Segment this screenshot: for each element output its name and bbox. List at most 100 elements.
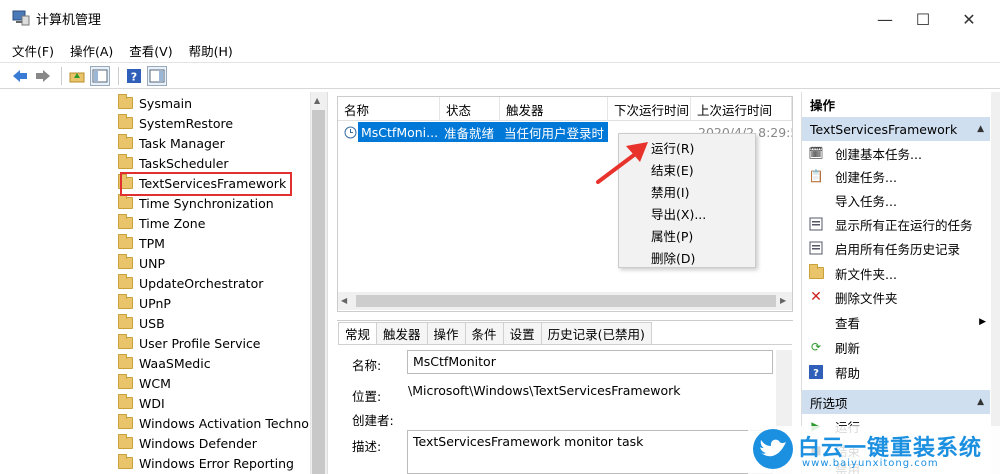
import-icon: [808, 192, 824, 208]
tree-item[interactable]: Windows Activation Technol: [118, 413, 310, 433]
column-name[interactable]: 名称: [338, 97, 440, 121]
folder-icon: [118, 354, 133, 369]
create-basic-task-icon: 🗓: [808, 146, 824, 160]
tree-item[interactable]: Sysmain: [118, 93, 192, 113]
ctx-run[interactable]: 运行(R): [651, 137, 694, 157]
tree-item[interactable]: User Profile Service: [118, 333, 261, 353]
highlight-box: [120, 172, 292, 196]
action-enable-history[interactable]: 启用所有任务历史记录: [808, 237, 960, 259]
ctx-delete[interactable]: 删除(D): [651, 247, 695, 267]
action-create-basic-task[interactable]: 🗓 创建基本任务...: [808, 142, 922, 164]
ctx-properties[interactable]: 属性(P): [651, 225, 693, 245]
back-arrow-icon[interactable]: [10, 66, 30, 86]
description-field[interactable]: TextServicesFramework monitor task: [407, 430, 773, 474]
maximize-button[interactable]: ☐: [900, 0, 946, 38]
tree-item[interactable]: WaaSMedic: [118, 353, 211, 373]
action-show-running[interactable]: 显示所有正在运行的任务: [808, 213, 973, 235]
new-folder-icon: [808, 264, 824, 281]
ctx-end[interactable]: 结束(E): [651, 159, 694, 179]
list-hscroll-thumb[interactable]: [356, 295, 776, 307]
action-import-task[interactable]: 导入任务...: [808, 189, 897, 211]
tab-settings[interactable]: 设置: [502, 322, 542, 344]
close-button[interactable]: ✕: [946, 0, 992, 38]
tree-item[interactable]: WDI: [118, 393, 165, 413]
forward-arrow-icon[interactable]: [33, 66, 53, 86]
bird-logo-icon: [753, 429, 793, 469]
author-label: 创建者:: [352, 413, 394, 428]
create-task-icon: 📋: [808, 169, 824, 183]
watermark: 白云一键重装系统 www.baiyunxitong.com: [748, 426, 1000, 474]
tree-item[interactable]: Task Manager: [118, 133, 225, 153]
tree-item[interactable]: Time Zone: [118, 213, 205, 233]
show-hide-tree-icon[interactable]: [90, 65, 110, 86]
tree-scroll-thumb[interactable]: [312, 110, 325, 474]
title-bar: [0, 0, 1000, 38]
ctx-disable[interactable]: 禁用(I): [651, 181, 689, 201]
column-status[interactable]: 状态: [440, 97, 500, 121]
action-view[interactable]: 查看 ▶: [808, 311, 986, 333]
tree-item[interactable]: Windows Error Reporting: [118, 453, 310, 473]
action-help[interactable]: ? 帮助: [808, 361, 860, 383]
scroll-right-icon[interactable]: ▶: [780, 296, 786, 305]
tree-item[interactable]: UNP: [118, 253, 165, 273]
tree-item[interactable]: Time Synchronization: [118, 193, 274, 213]
location-value: \Microsoft\Windows\TextServicesFramework: [408, 383, 681, 398]
tree-item[interactable]: TaskScheduler: [118, 153, 229, 173]
tab-triggers[interactable]: 触发器: [376, 322, 428, 344]
running-tasks-icon: [808, 216, 824, 232]
folder-icon: [118, 334, 133, 349]
tab-actions[interactable]: 操作: [426, 322, 466, 344]
scroll-left-icon[interactable]: ◀: [341, 296, 347, 305]
column-next-run[interactable]: 下次运行时间: [608, 97, 691, 121]
help-icon: ?: [808, 364, 824, 380]
tab-general[interactable]: 常规: [338, 322, 378, 344]
folder-icon: [118, 314, 133, 329]
up-folder-icon[interactable]: [67, 66, 87, 86]
task-name-field[interactable]: MsCtfMonitor: [407, 350, 773, 374]
folder-icon: [118, 214, 133, 229]
toolbar-divider: [118, 66, 119, 85]
tree-item[interactable]: USB: [118, 313, 165, 333]
folder-icon: [118, 234, 133, 249]
scroll-up-icon[interactable]: ▲: [314, 96, 320, 105]
actions-scrollbar[interactable]: [991, 92, 1000, 474]
menu-file[interactable]: 文件(F): [12, 41, 54, 60]
action-delete-folder[interactable]: ✕ 删除文件夹: [808, 286, 897, 308]
tab-conditions[interactable]: 条件: [464, 322, 504, 344]
tree-item[interactable]: WCM: [118, 373, 171, 393]
history-icon: [808, 240, 824, 256]
column-trigger[interactable]: 触发器: [500, 97, 608, 121]
delete-x-icon: ✕: [810, 289, 822, 305]
tree-item[interactable]: TPM: [118, 233, 165, 253]
svg-text:?: ?: [131, 70, 137, 83]
list-header: 名称 状态 触发器 下次运行时间 上次运行时间: [338, 97, 792, 121]
action-new-folder[interactable]: 新文件夹...: [808, 262, 897, 284]
menu-action[interactable]: 操作(A): [70, 41, 113, 60]
folder-icon: [118, 294, 133, 309]
tree-item[interactable]: UPnP: [118, 293, 171, 313]
actions-section-selected[interactable]: 所选项 ▲: [802, 390, 990, 414]
collapse-up-icon[interactable]: ▲: [977, 124, 984, 134]
ctx-export[interactable]: 导出(X)...: [651, 203, 706, 223]
actions-section-folder[interactable]: TextServicesFramework ▲: [802, 117, 990, 141]
folder-icon: [118, 434, 133, 449]
tree-item[interactable]: SystemRestore: [118, 113, 233, 133]
toolbar-divider: [61, 66, 62, 85]
help-icon[interactable]: ?: [124, 66, 144, 86]
tab-history[interactable]: 历史记录(已禁用): [540, 322, 652, 344]
menu-view[interactable]: 查看(V): [129, 41, 172, 60]
menu-help[interactable]: 帮助(H): [189, 41, 233, 60]
column-last-run[interactable]: 上次运行时间: [691, 97, 792, 121]
tree-item[interactable]: Windows Defender: [118, 433, 257, 453]
folder-icon: [118, 374, 133, 389]
red-arrow-annotation: [596, 142, 648, 184]
action-create-task[interactable]: 📋 创建任务...: [808, 165, 897, 187]
show-action-pane-icon[interactable]: [147, 65, 167, 86]
collapse-up-icon[interactable]: ▲: [977, 397, 984, 407]
task-name: MsCtfMoni...: [361, 124, 439, 140]
action-refresh[interactable]: ⟳ 刷新: [808, 336, 860, 358]
tab-divider: [338, 344, 792, 345]
tree-item[interactable]: UpdateOrchestrator: [118, 273, 263, 293]
folder-icon: [118, 254, 133, 269]
task-row-selection[interactable]: MsCtfMoni... 准备就绪 当任何用户登录时: [358, 122, 608, 142]
